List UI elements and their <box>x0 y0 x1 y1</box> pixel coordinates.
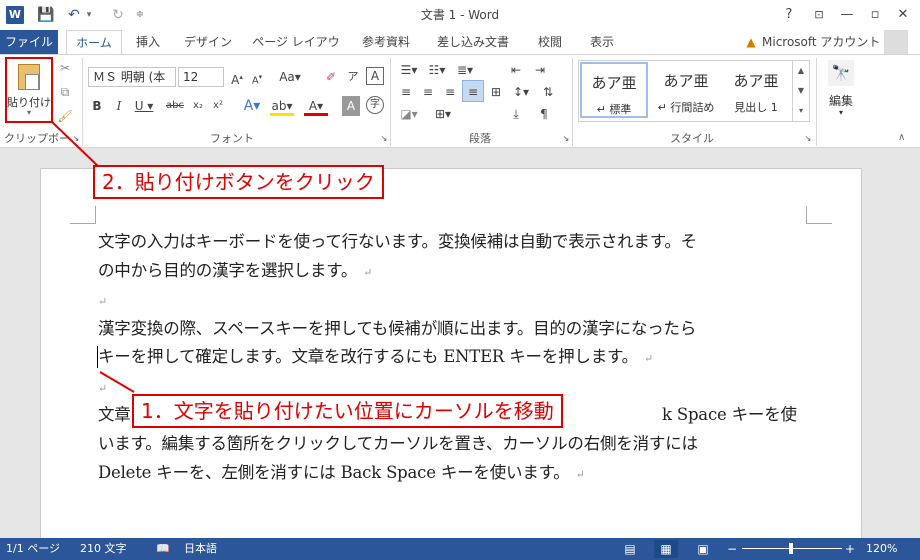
callout-step1: 1．文字を貼り付けたい位置にカーソルを移動 <box>132 394 563 428</box>
zoom-out-button[interactable]: − <box>726 538 738 560</box>
callout-line-step2 <box>51 121 101 169</box>
language[interactable]: 日本語 <box>184 538 217 560</box>
word-count[interactable]: 210 文字 <box>80 538 127 560</box>
callout-step2: 2．貼り付けボタンをクリック <box>93 165 384 199</box>
read-mode-icon[interactable]: ▤ <box>622 538 638 560</box>
web-layout-icon[interactable]: ▣ <box>694 538 712 560</box>
print-layout-icon[interactable]: ▦ <box>654 540 678 558</box>
proofing-icon[interactable]: 📖 <box>156 538 170 560</box>
zoom-level[interactable]: 120% <box>866 538 897 560</box>
status-bar <box>0 538 920 560</box>
callout-lines <box>51 121 135 393</box>
zoom-slider-thumb[interactable] <box>789 543 793 554</box>
callout-line-step1 <box>99 371 135 393</box>
zoom-in-button[interactable]: + <box>844 538 856 560</box>
page-count[interactable]: 1/1 ページ <box>6 538 60 560</box>
